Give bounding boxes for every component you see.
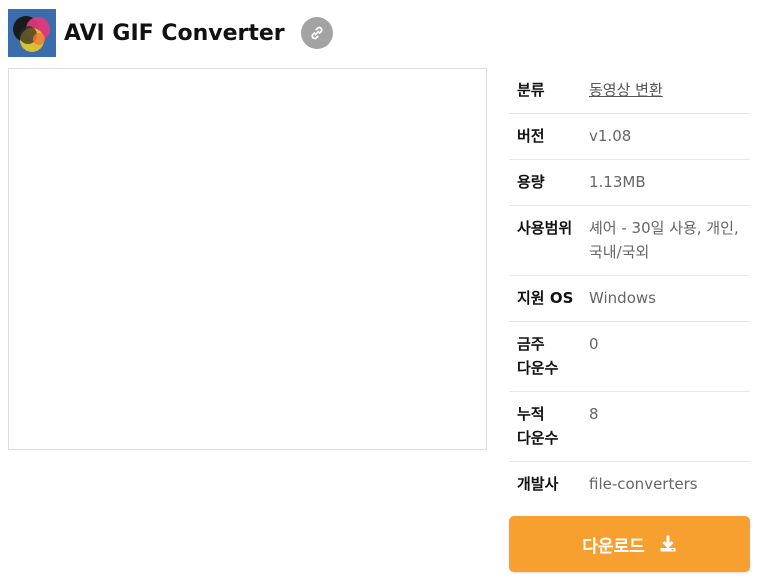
software-info-table: 분류 동영상 변환 버전 v1.08 용량 1.13MB 사용범위 셰어 - 3… — [509, 68, 750, 507]
info-key: 지원 OS — [517, 289, 574, 307]
info-row-size: 용량 1.13MB — [509, 160, 750, 206]
category-link[interactable]: 동영상 변환 — [589, 78, 750, 102]
info-key: 금주 다운수 — [517, 335, 559, 377]
screenshot-preview — [8, 68, 487, 450]
info-value: 8 — [589, 405, 599, 423]
info-row-weekly-downloads: 금주 다운수 0 — [509, 322, 750, 392]
info-row-os: 지원 OS Windows — [509, 276, 750, 322]
info-key: 누적 다운수 — [517, 405, 559, 447]
copy-link-button[interactable] — [300, 17, 333, 49]
info-key: 용량 — [517, 173, 545, 191]
info-key: 사용범위 — [517, 219, 573, 237]
app-logo-icon — [8, 9, 56, 57]
info-value: Windows — [589, 289, 656, 307]
info-row-total-downloads: 누적 다운수 8 — [509, 392, 750, 462]
info-key: 개발사 — [517, 475, 559, 493]
app-title: AVI GIF Converter — [64, 20, 285, 46]
download-button[interactable]: 다운로드 — [509, 516, 750, 572]
download-label: 다운로드 — [582, 536, 645, 557]
info-row-category: 분류 동영상 변환 — [509, 68, 750, 114]
info-key: 분류 — [517, 81, 545, 99]
link-icon — [311, 26, 323, 40]
info-value: file-converters — [589, 475, 698, 493]
info-value: 1.13MB — [589, 173, 646, 191]
info-value: 셰어 - 30일 사용, 개인, 국내/국외 — [589, 219, 739, 261]
info-row-developer: 개발사 file-converters — [509, 462, 750, 507]
info-value: v1.08 — [589, 127, 632, 145]
app-header: AVI GIF Converter — [8, 8, 333, 58]
info-row-version: 버전 v1.08 — [509, 114, 750, 160]
info-row-license: 사용범위 셰어 - 30일 사용, 개인, 국내/국외 — [509, 206, 750, 276]
info-key: 버전 — [517, 127, 545, 145]
info-value: 0 — [589, 335, 599, 353]
download-icon — [659, 535, 677, 553]
